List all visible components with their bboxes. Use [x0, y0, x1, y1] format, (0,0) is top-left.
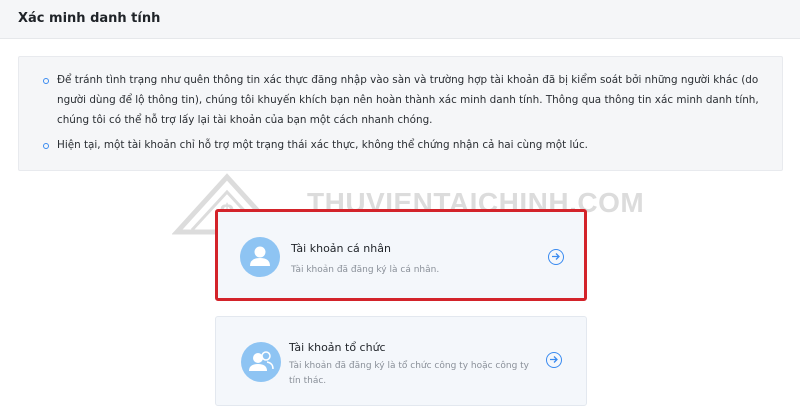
- page-title: Xác minh danh tính: [18, 11, 161, 26]
- card-title: Tài khoản cá nhân: [291, 242, 391, 255]
- page-header: Xác minh danh tính: [0, 0, 800, 39]
- bullet-icon: [43, 143, 49, 149]
- arrow-right-icon[interactable]: [546, 352, 562, 368]
- arrow-right-icon[interactable]: [548, 249, 564, 265]
- notice-item-1: Để tránh tình trạng như quên thông tin x…: [57, 74, 759, 126]
- notice-item-2: Hiện tại, một tài khoản chỉ hỗ trợ một t…: [57, 139, 588, 151]
- user-icon: [240, 237, 280, 277]
- card-title: Tài khoản tổ chức: [289, 341, 386, 354]
- card-description: Tài khoản đã đăng ký là cá nhân.: [291, 265, 440, 275]
- bullet-icon: [43, 78, 49, 84]
- card-description: Tài khoản đã đăng ký là tổ chức công ty …: [289, 361, 530, 386]
- info-notice: Để tránh tình trạng như quên thông tin x…: [18, 56, 783, 171]
- users-icon: [241, 342, 281, 382]
- organization-account-card[interactable]: Tài khoản tổ chức Tài khoản đã đăng ký l…: [215, 316, 587, 406]
- personal-account-card[interactable]: Tài khoản cá nhân Tài khoản đã đăng ký l…: [215, 209, 587, 301]
